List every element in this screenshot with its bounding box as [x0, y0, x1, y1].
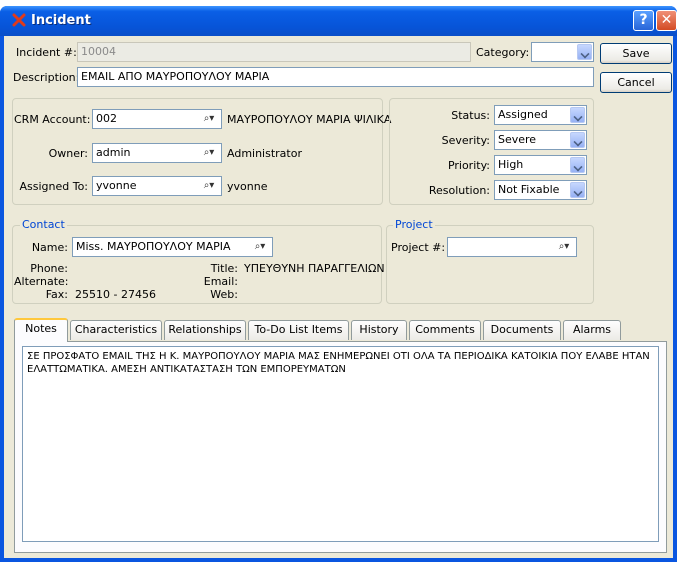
- category-select[interactable]: [531, 42, 594, 62]
- app-logo-icon: [12, 13, 26, 27]
- search-icon[interactable]: ⌕▾: [554, 240, 574, 254]
- project-group-title: Project: [393, 218, 435, 231]
- search-icon[interactable]: ⌕▾: [199, 179, 219, 193]
- status-value: Assigned: [498, 108, 548, 121]
- status-select[interactable]: Assigned: [494, 105, 587, 125]
- tab-alarms[interactable]: Alarms: [563, 320, 621, 340]
- contact-name-value: Miss. ΜΑΥΡΟΠΟΥΛΟΥ ΜΑΡΙΑ: [76, 240, 231, 253]
- tab-documents[interactable]: Documents: [483, 320, 561, 340]
- search-icon[interactable]: ⌕▾: [199, 112, 219, 126]
- owner-name: Administrator: [227, 147, 302, 160]
- resolution-label: Resolution:: [428, 184, 490, 197]
- incident-number-label: Incident #:: [16, 46, 77, 59]
- owner-label: Owner:: [48, 147, 88, 160]
- help-button[interactable]: ?: [633, 10, 654, 31]
- dialog-body: Incident #: 10004 Category: Save Cancel …: [4, 36, 673, 558]
- contact-title-label: Title:: [210, 262, 238, 275]
- contact-name-label: Name:: [31, 241, 68, 254]
- assigned-to-label: Assigned To:: [19, 180, 88, 193]
- help-icon: ?: [639, 12, 648, 28]
- tab-relationships[interactable]: Relationships: [164, 320, 246, 340]
- notes-textarea[interactable]: ΣΕ ΠΡΟΣΦΑΤΟ EMAIL ΤΗΣ Η Κ. ΜΑΥΡΟΠΟΥΛΟΥ Μ…: [22, 346, 659, 542]
- resolution-value: Not Fixable: [498, 183, 560, 196]
- chevron-down-icon[interactable]: [570, 107, 585, 123]
- contact-group-title: Contact: [20, 218, 67, 231]
- search-icon[interactable]: ⌕▾: [250, 240, 270, 254]
- status-label: Status:: [451, 109, 490, 122]
- owner-input[interactable]: admin ⌕▾: [92, 143, 222, 163]
- cancel-button[interactable]: Cancel: [600, 72, 672, 93]
- email-label: Email:: [203, 275, 238, 288]
- crm-account-label: CRM Account:: [14, 113, 91, 126]
- assigned-to-input[interactable]: yvonne ⌕▾: [92, 176, 222, 196]
- assigned-to-name: yvonne: [227, 180, 268, 193]
- crm-account-value: 002: [96, 112, 117, 125]
- severity-label: Severity:: [441, 134, 490, 147]
- chevron-down-icon[interactable]: [570, 157, 585, 173]
- tab-comments[interactable]: Comments: [409, 320, 481, 340]
- chevron-down-icon[interactable]: [570, 182, 585, 198]
- title-bar[interactable]: [0, 6, 677, 36]
- description-label: Description:: [13, 71, 80, 84]
- priority-select[interactable]: High: [494, 155, 587, 175]
- crm-account-name: ΜΑΥΡΟΠΟΥΛΟΥ ΜΑΡΙΑ ΨΙΛΙΚΑ: [227, 113, 392, 126]
- notes-panel: ΣΕ ΠΡΟΣΦΑΤΟ EMAIL ΤΗΣ Η Κ. ΜΑΥΡΟΠΟΥΛΟΥ Μ…: [14, 341, 667, 553]
- close-button[interactable]: ✕: [656, 10, 677, 31]
- incident-number-field: 10004: [77, 42, 471, 62]
- alternate-label: Alternate:: [14, 275, 69, 288]
- category-label: Category:: [476, 46, 530, 59]
- fax-value: 25510 - 27456: [75, 288, 156, 301]
- crm-account-input[interactable]: 002 ⌕▾: [92, 109, 222, 129]
- chevron-down-icon[interactable]: [577, 44, 592, 60]
- web-label: Web:: [210, 288, 238, 301]
- search-icon[interactable]: ⌕▾: [199, 146, 219, 160]
- phone-label: Phone:: [30, 262, 68, 275]
- project-number-input[interactable]: ⌕▾: [447, 237, 577, 257]
- contact-title-value: ΥΠΕΥΘΥΝΗ ΠΑΡΑΓΓΕΛΙΩΝ: [244, 262, 385, 275]
- resolution-select[interactable]: Not Fixable: [494, 180, 587, 200]
- severity-select[interactable]: Severe: [494, 130, 587, 150]
- tab-characteristics[interactable]: Characteristics: [70, 320, 162, 340]
- priority-label: Priority:: [447, 159, 490, 172]
- save-button[interactable]: Save: [600, 43, 672, 64]
- fax-label: Fax:: [45, 288, 68, 301]
- assigned-to-value: yvonne: [96, 179, 137, 192]
- tab-todo-list-items[interactable]: To-Do List Items: [248, 320, 349, 340]
- project-number-label: Project #:: [391, 241, 446, 254]
- priority-value: High: [498, 158, 524, 171]
- tab-history[interactable]: History: [351, 320, 407, 340]
- chevron-down-icon[interactable]: [570, 132, 585, 148]
- window-title: Incident: [31, 13, 91, 28]
- close-icon: ✕: [660, 12, 673, 28]
- owner-value: admin: [96, 146, 131, 159]
- contact-name-input[interactable]: Miss. ΜΑΥΡΟΠΟΥΛΟΥ ΜΑΡΙΑ ⌕▾: [72, 237, 273, 257]
- description-input[interactable]: EMAIL ΑΠΟ ΜΑΥΡΟΠΟΥΛΟΥ ΜΑΡΙΑ: [77, 67, 594, 87]
- severity-value: Severe: [498, 133, 537, 146]
- tab-notes[interactable]: Notes: [14, 318, 68, 342]
